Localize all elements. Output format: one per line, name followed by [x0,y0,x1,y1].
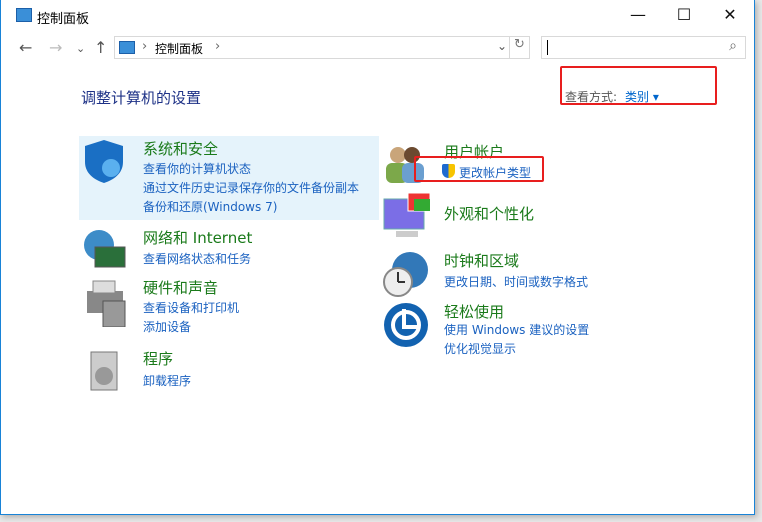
maximize-button[interactable]: ☐ [661,0,707,30]
search-icon[interactable]: ⌕ [729,38,737,54]
recent-locations-button[interactable]: ⌄ [76,42,85,55]
category-title[interactable]: 外观和个性化 [444,203,534,224]
category-title[interactable]: 硬件和声音 [143,277,218,298]
category-title[interactable]: 程序 [143,348,173,369]
up-button[interactable]: ↑ [94,38,107,57]
forward-button[interactable]: → [49,38,62,57]
address-bar[interactable]: › 控制面板 › ⌄ ↻ [114,36,530,59]
control-panel-window: 控制面板 — ☐ ✕ ← → ⌄ ↑ › 控制面板 › ⌄ ↻ ⌕ 调整计算机的… [0,0,755,515]
page-title: 调整计算机的设置 [81,89,202,107]
search-input[interactable]: ⌕ [541,36,746,59]
shield-icon [81,138,127,184]
close-button[interactable]: ✕ [707,0,753,30]
back-button[interactable]: ← [19,38,32,57]
network-globe-icon [81,227,127,273]
highlight-box [560,66,717,105]
printer-icon [81,277,127,328]
category-title[interactable]: 轻松使用 [444,301,504,322]
category-title[interactable]: 时钟和区域 [444,250,519,271]
category-link[interactable]: 备份和还原(Windows 7) [143,198,277,215]
programs-icon [81,348,127,394]
breadcrumb-separator: › [142,39,148,54]
category-link[interactable]: 查看设备和打印机 [143,299,239,316]
category-link[interactable]: 优化视觉显示 [444,340,516,357]
clock-globe-icon [382,250,428,297]
control-panel-icon [16,8,32,22]
category-link[interactable]: 使用 Windows 建议的设置 [444,321,589,338]
category-link[interactable]: 查看网络状态和任务 [143,250,251,267]
category-link[interactable]: 通过文件历史记录保存你的文件备份副本 [143,179,359,196]
text-cursor [547,40,548,55]
category-link[interactable]: 添加设备 [143,318,191,335]
category-title[interactable]: 网络和 Internet [143,227,252,248]
ease-of-access-icon [382,301,428,347]
window-title: 控制面板 [37,12,90,27]
category-link[interactable]: 卸载程序 [143,372,191,389]
category-link[interactable]: 查看你的计算机状态 [143,160,251,177]
breadcrumb-separator[interactable]: › [215,39,220,54]
refresh-button[interactable]: ↻ [509,37,529,58]
highlight-box [414,156,544,182]
breadcrumb-control-panel[interactable]: 控制面板 [155,40,203,57]
category-link[interactable]: 更改日期、时间或数字格式 [444,273,588,290]
address-dropdown-button[interactable]: ⌄ [497,39,507,53]
control-panel-icon [119,41,135,54]
category-title[interactable]: 系统和安全 [143,138,218,159]
monitor-palette-icon [382,192,431,239]
minimize-button[interactable]: — [615,0,661,30]
